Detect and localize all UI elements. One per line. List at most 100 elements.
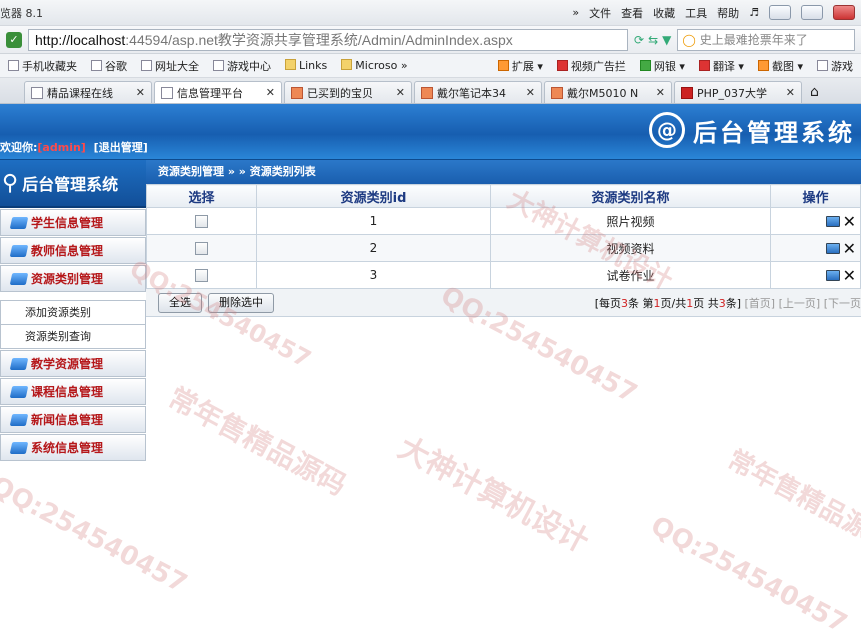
scissors-icon xyxy=(757,59,769,71)
submenu-add-category[interactable]: 添加资源类别 xyxy=(1,300,145,324)
fav-label: Links xyxy=(299,59,328,72)
close-icon[interactable]: ✕ xyxy=(136,86,145,99)
folder-icon xyxy=(285,59,296,70)
ext-item[interactable]: 视频广告拦 xyxy=(556,58,626,74)
sidebar-item-news[interactable]: 新闻信息管理 xyxy=(0,406,146,433)
tab-label: 戴尔M5010 N xyxy=(567,86,639,100)
magnifier-icon: ⚲ xyxy=(2,170,19,196)
sidebar-item-teachers[interactable]: 教师信息管理 xyxy=(0,237,146,264)
taobao-icon xyxy=(421,86,433,99)
browser-tab[interactable]: 戴尔笔记本34 ✕ xyxy=(414,81,542,103)
fav-item[interactable]: Links xyxy=(285,59,327,72)
extension-icon xyxy=(497,59,509,71)
delete-selected-button[interactable]: 删除选中 xyxy=(208,292,274,313)
home-icon[interactable]: ⌂ xyxy=(810,84,819,100)
back-forward-icon[interactable]: ⇆ xyxy=(648,33,658,47)
delete-icon[interactable]: ✕ xyxy=(843,212,856,231)
pager-text: 页/共 xyxy=(660,296,687,310)
ext-item[interactable]: 截图 ▾ xyxy=(757,58,803,74)
book-icon xyxy=(9,441,29,454)
cell-id: 3 xyxy=(256,261,491,289)
menu-view[interactable]: 查看 xyxy=(621,5,643,21)
menu-favorites[interactable]: 收藏 xyxy=(653,5,675,21)
cell-id: 1 xyxy=(256,207,491,235)
menu-help[interactable]: 帮助 xyxy=(717,5,739,21)
fav-item[interactable]: 游戏中心 xyxy=(213,58,271,74)
welcome-prefix: 欢迎你: xyxy=(0,141,38,154)
sidebar-item-teaching-resources[interactable]: 教学资源管理 xyxy=(0,350,146,377)
close-icon[interactable]: ✕ xyxy=(396,86,405,99)
gamepad-icon xyxy=(817,59,828,71)
fav-item[interactable]: 谷歌 xyxy=(91,58,127,74)
menu-overflow[interactable]: » xyxy=(572,6,579,19)
browser-tab[interactable]: 精品课程在线 ✕ xyxy=(24,81,152,103)
ext-item[interactable]: 游戏 xyxy=(817,58,853,74)
sidebar-item-system[interactable]: 系统信息管理 xyxy=(0,434,146,461)
browser-tab[interactable]: PHP_037大学 ✕ xyxy=(674,81,802,103)
row-checkbox[interactable] xyxy=(195,215,208,228)
tab-label: 已买到的宝贝 xyxy=(307,86,373,100)
sidebar-item-label: 教师信息管理 xyxy=(31,244,104,258)
watermark: QQ:254540457 xyxy=(645,510,852,640)
close-icon[interactable]: ✕ xyxy=(266,86,275,99)
ext-item[interactable]: 扩展 ▾ xyxy=(497,58,543,74)
dropdown-icon[interactable]: ▼ xyxy=(662,33,671,47)
favorites-bar: 手机收藏夹 谷歌 网址大全 游戏中心 Links Microso » 扩展 ▾ … xyxy=(0,54,861,78)
restore-button[interactable] xyxy=(801,5,823,20)
close-window-button[interactable] xyxy=(833,5,855,20)
home-tab[interactable]: ⌂ xyxy=(804,81,832,103)
welcome-text: 欢迎你:[admin] [退出管理] xyxy=(0,139,148,155)
refresh-icon[interactable]: ⟳ xyxy=(634,33,644,47)
ext-item[interactable]: 翻译 ▾ xyxy=(698,58,744,74)
row-checkbox[interactable] xyxy=(195,242,208,255)
close-icon[interactable]: ✕ xyxy=(656,86,665,99)
browser-titlebar: 览器 8.1 » 文件 查看 收藏 工具 帮助 ♬ xyxy=(0,0,861,26)
prev-page-link[interactable]: [上一页] xyxy=(779,297,821,310)
minimize-button[interactable] xyxy=(769,5,791,20)
close-icon[interactable]: ✕ xyxy=(526,86,535,99)
current-user: [admin] xyxy=(37,141,86,154)
select-all-button[interactable]: 全选 xyxy=(158,292,202,313)
sidebar-item-resource-categories[interactable]: 资源类别管理 xyxy=(0,265,146,292)
sidebar-title: 后台管理系统 xyxy=(22,175,119,194)
edit-icon[interactable] xyxy=(825,242,840,254)
edit-icon[interactable] xyxy=(825,269,840,281)
video-icon xyxy=(556,59,568,71)
watermark: QQ:254540457 xyxy=(0,470,192,600)
folder-icon xyxy=(341,59,353,70)
fav-label: 游戏中心 xyxy=(227,59,271,73)
browser-tab-active[interactable]: 信息管理平台 ✕ xyxy=(154,81,282,103)
fav-item[interactable]: Microso » xyxy=(341,59,408,72)
book-icon xyxy=(9,244,29,257)
delete-icon[interactable]: ✕ xyxy=(843,266,856,285)
menu-tools[interactable]: 工具 xyxy=(685,5,707,21)
logout-link[interactable]: [退出管理] xyxy=(94,141,148,154)
search-engine-icon[interactable]: ◯ xyxy=(682,33,695,47)
row-checkbox[interactable] xyxy=(195,269,208,282)
fav-item[interactable]: 网址大全 xyxy=(141,58,199,74)
page-icon xyxy=(91,59,102,71)
browser-tab[interactable]: 戴尔M5010 N ✕ xyxy=(544,81,672,103)
edit-icon[interactable] xyxy=(825,215,840,227)
delete-icon[interactable]: ✕ xyxy=(843,239,856,258)
search-input[interactable]: ◯ 史上最难抢票年来了 xyxy=(677,28,855,51)
app-header: 欢迎你:[admin] [退出管理] @ 后台管理系统 xyxy=(0,104,861,160)
sidebar-item-students[interactable]: 学生信息管理 xyxy=(0,209,146,236)
book-icon xyxy=(9,272,29,285)
per-page-count: 3 xyxy=(621,296,628,310)
browser-tab[interactable]: 已买到的宝贝 ✕ xyxy=(284,81,412,103)
menu-file[interactable]: 文件 xyxy=(589,5,611,21)
tab-label: 精品课程在线 xyxy=(47,86,113,100)
first-page-link[interactable]: [首页] xyxy=(745,297,776,310)
submenu-query-category[interactable]: 资源类别查询 xyxy=(1,324,145,348)
ext-label: 扩展 xyxy=(511,59,534,73)
shirt-icon[interactable]: ♬ xyxy=(749,6,759,19)
close-icon[interactable]: ✕ xyxy=(786,86,795,99)
sidebar-item-courses[interactable]: 课程信息管理 xyxy=(0,378,146,405)
url-input[interactable]: http://localhost:44594/asp.net教学资源共享管理系统… xyxy=(28,28,628,51)
fav-item[interactable]: 手机收藏夹 xyxy=(8,58,77,74)
next-page-link[interactable]: [下一页 xyxy=(824,297,861,310)
cell-name: 照片视频 xyxy=(490,207,771,235)
main-content: 资源类别管理 » » 资源类别列表 选择 资源类别id 资源类别名称 操作 1 … xyxy=(146,160,861,461)
ext-item[interactable]: 网银 ▾ xyxy=(639,58,685,74)
